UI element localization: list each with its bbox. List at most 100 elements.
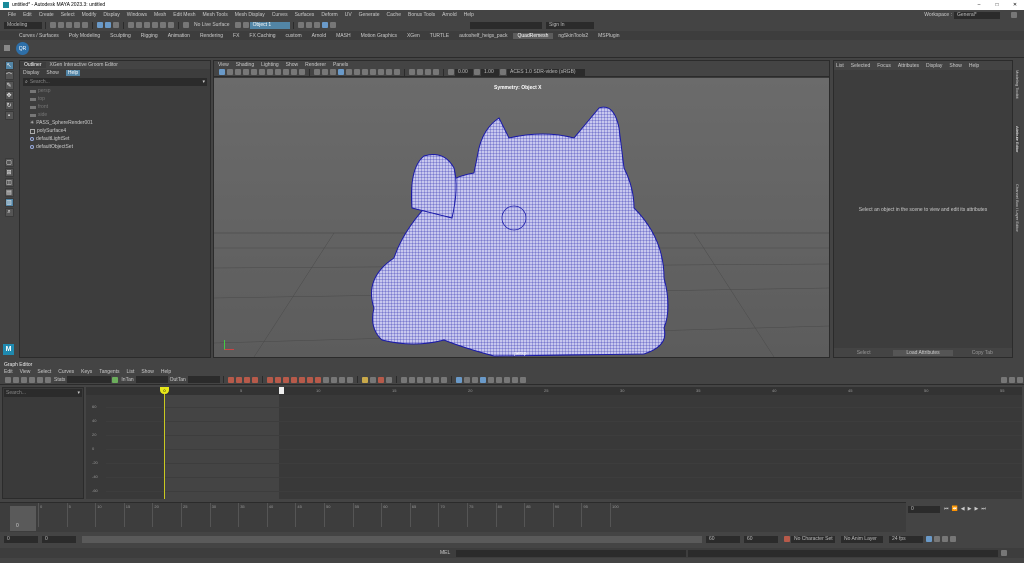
maneki-neko-mesh[interactable] [214, 78, 829, 357]
select-hierarchy-icon[interactable] [97, 22, 103, 28]
ge-menu-curves[interactable]: Curves [58, 369, 74, 375]
denormalize-icon[interactable] [408, 376, 415, 383]
tab-xgen-groom[interactable]: XGen Interactive Groom Editor [46, 62, 122, 68]
side-tab-attribute-editor[interactable]: Attribute Editor [1015, 126, 1020, 153]
outliner-pane-icon[interactable]: ▤ [4, 188, 14, 197]
absolute-view-icon[interactable] [463, 376, 470, 383]
shadows-icon[interactable] [362, 69, 368, 75]
lock-tangent-weight-icon[interactable] [346, 376, 353, 383]
list-item[interactable]: top [20, 95, 210, 103]
curve-search-input[interactable]: Search... [4, 390, 77, 396]
resample-icon[interactable] [519, 376, 526, 383]
graph-pane-icon[interactable]: ▥ [4, 198, 14, 207]
menu-modify[interactable]: Modify [82, 12, 97, 18]
shelf-tab-turtle[interactable]: TURTLE [425, 33, 454, 39]
exposure-icon[interactable] [448, 69, 454, 75]
anim-prefs-icon[interactable] [950, 536, 956, 542]
shelf-tab-rendering[interactable]: Rendering [195, 33, 228, 39]
wireframe-icon[interactable] [314, 69, 320, 75]
menu-arnold[interactable]: Arnold [442, 12, 456, 18]
outliner-filter-icon[interactable]: ▾ [202, 79, 205, 85]
current-frame-field[interactable]: 0 [908, 505, 940, 513]
undo-icon[interactable] [74, 22, 80, 28]
xray-icon[interactable] [417, 69, 423, 75]
ae-menu-list[interactable]: List [836, 63, 844, 69]
ge-menu-show[interactable]: Show [141, 369, 154, 375]
four-pane-icon[interactable]: ⊞ [4, 168, 14, 177]
ge-menu-keys[interactable]: Keys [81, 369, 92, 375]
wireframe-on-shaded-icon[interactable] [338, 69, 344, 75]
tangent-linear-icon[interactable] [290, 376, 297, 383]
object-name-field[interactable]: Object 1 [249, 21, 290, 29]
shelf-tab-poly-modeling[interactable]: Poly Modeling [64, 33, 105, 39]
xray-joints-icon[interactable] [425, 69, 431, 75]
sign-in-button[interactable]: Sign In [546, 21, 594, 29]
menu-select[interactable]: Select [61, 12, 75, 18]
anti-aliasing-icon[interactable] [386, 69, 392, 75]
time-slider[interactable]: 0 0 5 10 15 20 25 30 35 40 45 50 55 60 65 70 75 80 85 90 95… [0, 502, 906, 532]
side-tab-channel-box[interactable]: Channel Box / Layer Editor [1015, 184, 1020, 232]
two-pane-icon[interactable]: ◫ [4, 178, 14, 187]
gamma-field[interactable]: 1.00 [481, 68, 499, 76]
ae-menu-focus[interactable]: Focus [877, 63, 891, 69]
shelf-tab-mash[interactable]: MASH [331, 33, 355, 39]
audio-icon[interactable] [934, 536, 940, 542]
ge-menu-select[interactable]: Select [37, 369, 51, 375]
menu-mesh[interactable]: Mesh [154, 12, 166, 18]
maximize-icon[interactable]: □ [988, 2, 1006, 8]
redo-icon[interactable] [82, 22, 88, 28]
tangent-auto-icon[interactable] [266, 376, 273, 383]
ipr-render-icon[interactable] [305, 22, 312, 28]
tab-outliner[interactable]: Outliner [20, 62, 46, 68]
list-item[interactable]: side [20, 111, 210, 119]
mode-dropdown[interactable]: Modeling [4, 21, 42, 29]
motion-blur-icon[interactable] [378, 69, 384, 75]
playback-start-field[interactable]: 0 [42, 535, 76, 543]
playback-end-field[interactable]: 60 [706, 535, 740, 543]
command-input[interactable] [456, 549, 687, 557]
safe-action-icon[interactable] [291, 69, 297, 75]
render-settings-icon[interactable] [313, 22, 320, 28]
field-chart-icon[interactable] [283, 69, 289, 75]
bookmark-icon[interactable] [235, 69, 241, 75]
close-icon[interactable]: ✕ [1006, 2, 1024, 8]
minimize-icon[interactable]: – [970, 2, 988, 8]
step-back-key-icon[interactable]: ⏪ [952, 506, 958, 512]
viewport-menu-shading[interactable]: Shading [236, 62, 254, 68]
shelf-tab-custom[interactable]: custom [281, 33, 307, 39]
gamma-icon[interactable] [474, 69, 480, 75]
ae-copy-tab-button[interactable]: Copy Tab [953, 350, 1012, 356]
time-editor-icon[interactable] [495, 376, 502, 383]
normalize-icon[interactable] [400, 376, 407, 383]
ge-menu-edit[interactable]: Edit [4, 369, 13, 375]
grid-toggle-icon[interactable] [251, 69, 257, 75]
tangent-flat-icon[interactable] [298, 376, 305, 383]
swap-buffer-curves-icon[interactable] [369, 376, 376, 383]
frame-selection-icon[interactable] [235, 376, 242, 383]
image-plane-icon[interactable] [243, 69, 249, 75]
move-key-icon[interactable] [5, 376, 11, 383]
region-tool-icon[interactable] [37, 376, 43, 383]
backface-culling-icon[interactable] [433, 69, 439, 75]
scene-end-field[interactable]: 60 [744, 535, 778, 543]
move-tool-icon[interactable]: ✥ [4, 91, 14, 100]
intan-icon[interactable] [112, 376, 119, 383]
anim-layer-dropdown[interactable]: No Anim Layer [841, 535, 883, 543]
shelf-options-icon[interactable] [4, 45, 10, 51]
outliner-menu-show[interactable]: Show [46, 70, 59, 76]
gate-mask-icon[interactable] [275, 69, 281, 75]
use-lights-icon[interactable] [354, 69, 360, 75]
break-tangents-icon[interactable] [322, 376, 329, 383]
select-object-icon[interactable] [105, 22, 111, 28]
stacked-view-icon[interactable] [455, 376, 462, 383]
ge-menu-list[interactable]: List [127, 369, 135, 375]
shelf-tab-quadremesh[interactable]: QuadRemesh [512, 32, 554, 39]
menu-file[interactable]: File [8, 12, 16, 18]
history-icon[interactable] [234, 22, 241, 28]
auto-key-icon[interactable] [942, 536, 948, 542]
snap-view-icon[interactable] [152, 22, 158, 28]
normalized-view-icon[interactable] [471, 376, 478, 383]
shelf-tab-curves-surfaces[interactable]: Curves / Surfaces [14, 33, 64, 39]
ae-menu-attributes[interactable]: Attributes [898, 63, 919, 69]
film-gate-icon[interactable] [259, 69, 265, 75]
